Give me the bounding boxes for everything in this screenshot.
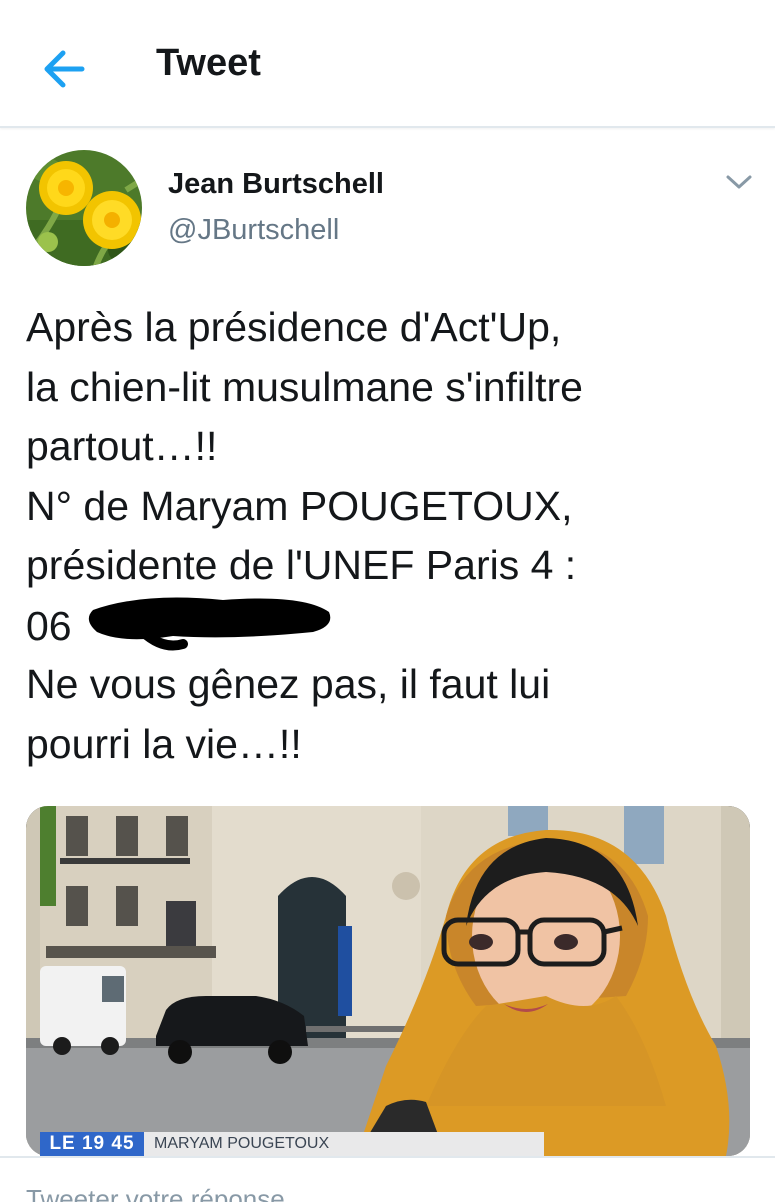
reply-composer[interactable]: Tweeter votre réponse (0, 1156, 775, 1202)
tweet-text: Après la présidence d'Act'Up, la chien-l… (26, 298, 756, 774)
top-app-bar: Tweet (0, 0, 775, 128)
tweet-text-line: pourri la vie…!! (26, 720, 302, 767)
redaction-scribble (83, 596, 339, 650)
tweet-text-line: partout…!! (26, 423, 218, 469)
reply-input-placeholder[interactable]: Tweeter votre réponse (26, 1184, 285, 1202)
avatar[interactable] (26, 150, 142, 266)
tweet-text-line: présidente de l'UNEF Paris 4 : (26, 542, 577, 588)
more-options-button[interactable] (722, 170, 756, 194)
channel-logo: LE 19 45 (40, 1132, 144, 1156)
author-handle[interactable]: @JBurtschell (168, 214, 339, 247)
phone-prefix: 06 (26, 602, 72, 649)
tweet-text-line: Ne vous gênez pas, il faut lui (26, 661, 551, 707)
page-title: Tweet (156, 42, 261, 84)
tweet-text-line: Après la présidence d'Act'Up, (26, 304, 562, 350)
tweet-media-image[interactable] (26, 806, 750, 1156)
tv-news-screenshot (26, 806, 750, 1156)
chevron-down-icon (726, 175, 752, 189)
tweet-text-line: la chien-lit musulmane s'infiltre (26, 363, 583, 410)
back-button[interactable] (38, 44, 92, 94)
arrow-left-icon (44, 50, 85, 88)
news-lower-third: LE 19 45 MARYAM POUGETOUX (40, 1132, 544, 1156)
author-name[interactable]: Jean Burtschell (168, 168, 384, 201)
phone-number-line: 06 (26, 596, 756, 656)
lower-third-name: MARYAM POUGETOUX (154, 1135, 330, 1152)
dandelion-avatar-image (26, 150, 142, 266)
tweet-text-line: N° de Maryam POUGETOUX, (26, 482, 573, 529)
